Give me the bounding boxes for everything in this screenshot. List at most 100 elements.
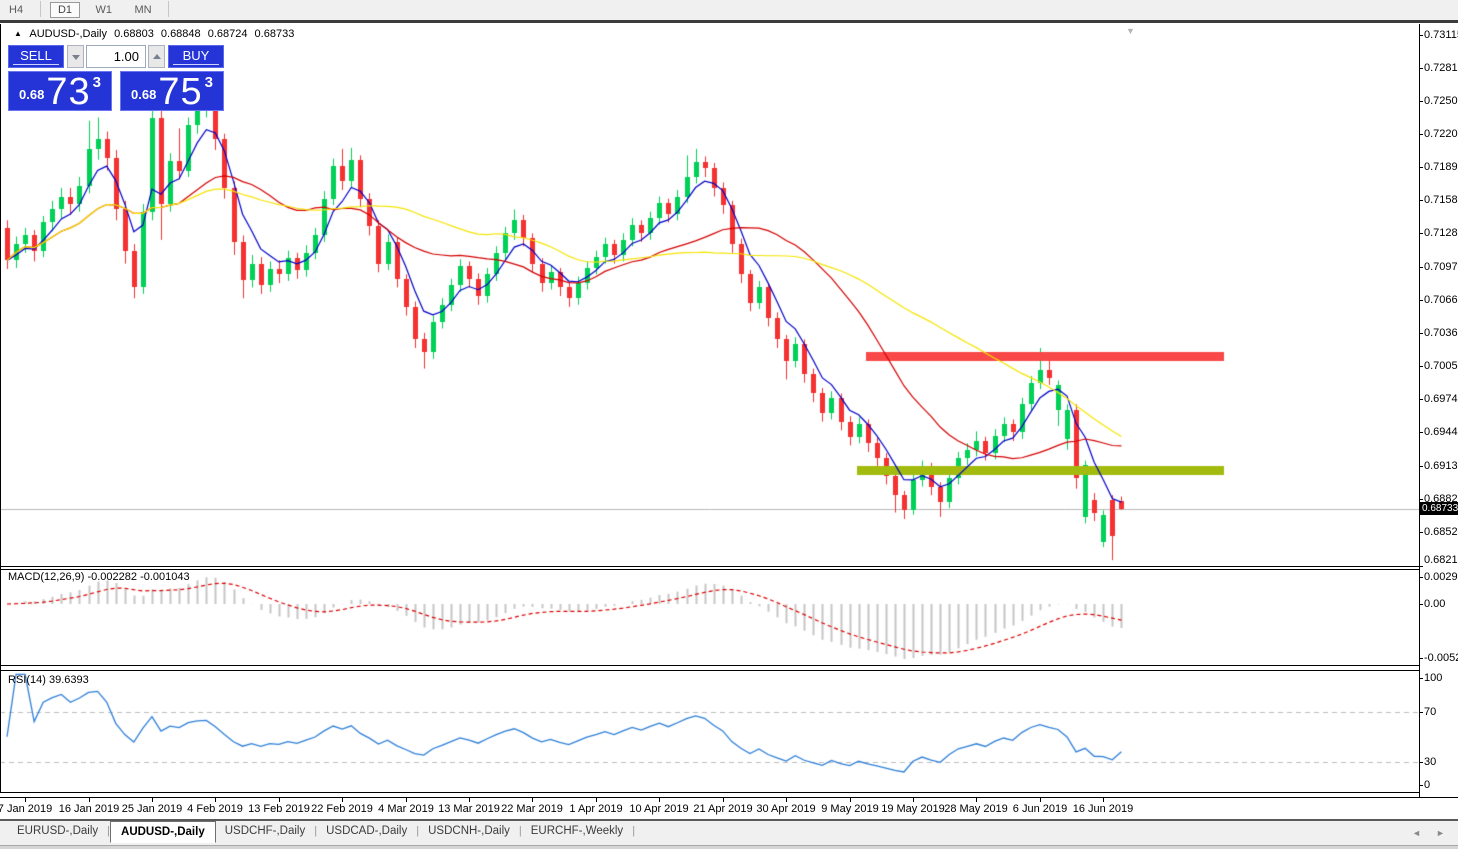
chart-title: ▲ AUDUSD-,Daily 0.68803 0.68848 0.68724 … xyxy=(14,28,298,40)
tab-scroll-right-icon[interactable]: ► xyxy=(1436,828,1445,838)
toolbar-separator xyxy=(40,1,41,17)
date-tick-label: 13 Feb 2019 xyxy=(248,803,310,815)
axis-tick-mark xyxy=(89,798,90,802)
macd-indicator-chart[interactable] xyxy=(0,570,1419,665)
axis-tick-mark xyxy=(1419,432,1423,433)
tab-divider: | xyxy=(632,821,635,837)
price-tick-label: 0.68210 xyxy=(1424,554,1458,566)
axis-tick-mark xyxy=(1040,798,1041,802)
macd-label: MACD(12,26,9) -0.002282 -0.001043 xyxy=(8,571,190,583)
price-tick-label: 0.68520 xyxy=(1424,526,1458,538)
chart-shift-marker-icon[interactable]: ▼ xyxy=(1126,26,1135,36)
open-value: 0.68803 xyxy=(114,28,154,40)
axis-tick-mark xyxy=(913,798,914,802)
macd-bottom-border xyxy=(0,665,1419,666)
axis-tick-mark xyxy=(1419,785,1423,786)
buy-price-tile[interactable]: 0.68 75 3 xyxy=(120,71,224,111)
sell-button[interactable]: SELL xyxy=(8,45,64,68)
rsi-label: RSI(14) 39.6393 xyxy=(8,674,89,686)
date-tick-label: 21 Apr 2019 xyxy=(693,803,752,815)
date-tick-label: 7 Jan 2019 xyxy=(0,803,52,815)
price-tick-label: 0.70665 xyxy=(1424,294,1458,306)
volume-decrease-button[interactable] xyxy=(67,45,84,68)
sell-price-tile[interactable]: 0.68 73 3 xyxy=(8,71,112,111)
chart-left-border xyxy=(0,24,1,792)
axis-tick-mark xyxy=(1419,300,1423,301)
sell-price-point: 3 xyxy=(93,74,101,91)
chart-tab-eurchf[interactable]: EURCHF-,Weekly xyxy=(522,821,632,840)
mt4-terminal-window: H4 D1 W1 MN ▲ AUDUSD-,Daily 0.68803 0.68… xyxy=(0,0,1458,849)
price-tick-label: 0.71890 xyxy=(1424,161,1458,173)
chart-tab-usdcnh[interactable]: USDCNH-,Daily xyxy=(419,821,519,840)
axis-tick-mark xyxy=(1419,532,1423,533)
axis-tick-mark xyxy=(1419,577,1423,578)
axis-tick-mark xyxy=(1419,333,1423,334)
axis-tick-mark xyxy=(1419,267,1423,268)
one-click-trading-panel: SELL 1.00 BUY 0.68 73 3 0.68 75 3 xyxy=(8,45,224,111)
price-tick-label: 0.70360 xyxy=(1424,327,1458,339)
axis-tick-mark xyxy=(342,798,343,802)
date-tick-label: 22 Mar 2019 xyxy=(501,803,563,815)
price-tick-label: 0.70050 xyxy=(1424,360,1458,372)
axis-tick-mark xyxy=(215,798,216,802)
axis-tick-mark xyxy=(850,798,851,802)
arrow-up-icon xyxy=(153,54,161,59)
date-tick-label: 16 Jan 2019 xyxy=(59,803,120,815)
low-value: 0.68724 xyxy=(208,28,248,40)
price-tick-label: 0.72505 xyxy=(1424,95,1458,107)
window-splitter xyxy=(0,20,1458,23)
sell-price-pips: 73 xyxy=(46,77,90,107)
rsi-bottom-border xyxy=(0,792,1419,793)
axis-tick-mark xyxy=(25,798,26,802)
axis-tick-mark xyxy=(1419,167,1423,168)
axis-tick-mark xyxy=(279,798,280,802)
volume-increase-button[interactable] xyxy=(148,45,165,68)
chart-tab-audusd[interactable]: AUDUSD-,Daily xyxy=(110,821,216,843)
price-tick-label: 0.73115 xyxy=(1424,29,1458,41)
date-tick-label: 22 Feb 2019 xyxy=(311,803,373,815)
close-value: 0.68733 xyxy=(255,28,295,40)
date-tick-label: 25 Jan 2019 xyxy=(122,803,183,815)
buy-price-point: 3 xyxy=(205,74,213,91)
axis-tick-mark xyxy=(1419,499,1423,500)
chart-tab-bar: EURUSD-,Daily | AUDUSD-,DailyUSDCHF-,Daily… xyxy=(0,821,1458,845)
macd-axis-label: 0.00 xyxy=(1424,598,1445,610)
toolbar-separator xyxy=(168,1,169,17)
macd-axis-label: 0.002984 xyxy=(1424,571,1458,583)
rsi-axis-label: 100 xyxy=(1424,672,1442,684)
axis-tick-mark xyxy=(596,798,597,802)
chart-tab-usdchf[interactable]: USDCHF-,Daily xyxy=(216,821,315,840)
axis-tick-mark xyxy=(1419,233,1423,234)
collapse-triangle-icon[interactable]: ▲ xyxy=(14,29,22,38)
sell-price-prefix: 0.68 xyxy=(19,87,44,102)
axis-tick-mark xyxy=(469,798,470,802)
timeframe-d1-button[interactable]: D1 xyxy=(50,2,80,18)
chart-tab-usdcad[interactable]: USDCAD-,Daily xyxy=(317,821,416,840)
timeframe-h4-button[interactable]: H4 xyxy=(2,2,30,18)
status-strip xyxy=(0,845,1458,849)
rsi-axis-label: 0 xyxy=(1424,779,1430,791)
price-tick-label: 0.72810 xyxy=(1424,62,1458,74)
date-tick-label: 19 May 2019 xyxy=(881,803,945,815)
axis-tick-mark xyxy=(1419,366,1423,367)
timeframe-w1-button[interactable]: W1 xyxy=(88,2,119,18)
chart-tab-eurusd[interactable]: EURUSD-,Daily xyxy=(8,821,107,840)
axis-tick-mark xyxy=(1419,399,1423,400)
axis-tick-mark xyxy=(532,798,533,802)
axis-tick-mark xyxy=(152,798,153,802)
axis-tick-mark xyxy=(659,798,660,802)
axis-tick-mark xyxy=(1103,798,1104,802)
tab-scroll-left-icon[interactable]: ◄ xyxy=(1412,828,1421,838)
buy-price-pips: 75 xyxy=(158,77,202,107)
rsi-indicator-chart[interactable] xyxy=(0,671,1419,792)
axis-tick-mark xyxy=(1419,35,1423,36)
axis-tick-mark xyxy=(786,798,787,802)
price-tick-label: 0.69440 xyxy=(1424,426,1458,438)
date-tick-label: 30 Apr 2019 xyxy=(756,803,815,815)
axis-tick-mark xyxy=(1419,200,1423,201)
volume-input[interactable]: 1.00 xyxy=(86,45,146,68)
timeframe-mn-button[interactable]: MN xyxy=(127,2,158,18)
buy-button[interactable]: BUY xyxy=(168,45,224,68)
date-tick-label: 4 Feb 2019 xyxy=(187,803,243,815)
price-tick-label: 0.70970 xyxy=(1424,261,1458,273)
